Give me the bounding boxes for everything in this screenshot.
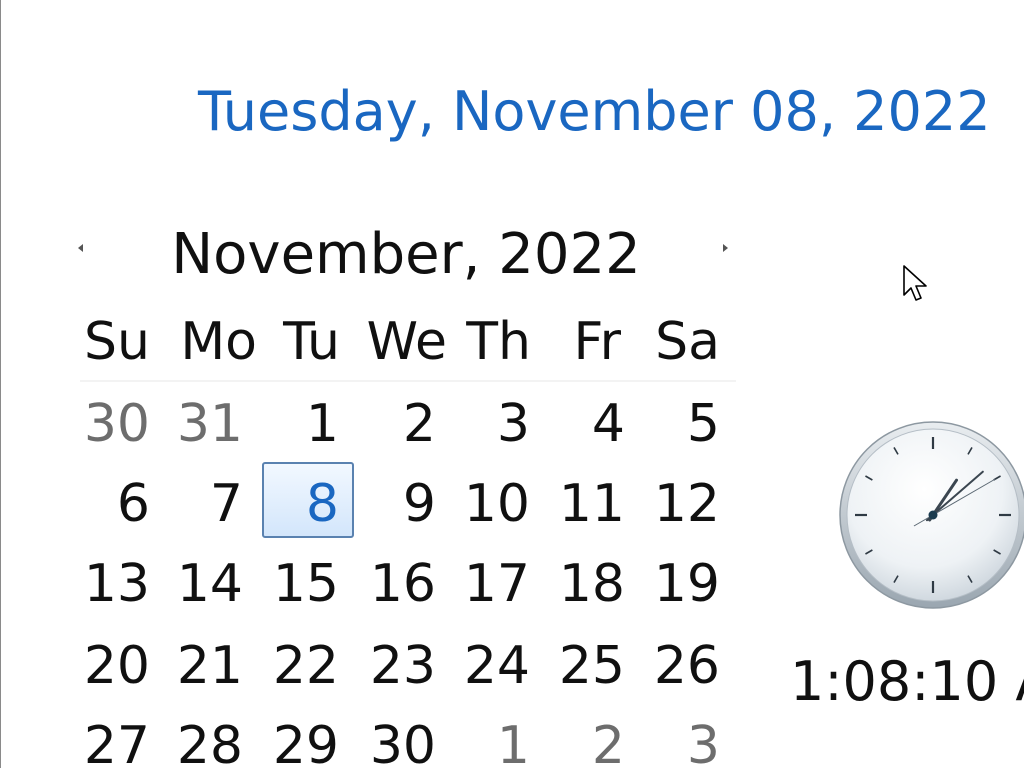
calendar-day[interactable]: 12	[640, 474, 720, 534]
calendar-day-today[interactable]: 8	[259, 474, 339, 534]
calendar-day[interactable]: 1	[259, 394, 339, 454]
weekday-label: Tu	[283, 312, 340, 372]
weekday-label: Su	[84, 312, 150, 372]
weekday-label: We	[366, 312, 447, 372]
date-time-panel: Tuesday, November 08, 2022 November, 202…	[0, 0, 1024, 768]
calendar-day[interactable]: 20	[70, 636, 150, 696]
calendar-day[interactable]: 5	[640, 394, 720, 454]
calendar-day[interactable]: 7	[163, 474, 243, 534]
calendar-day[interactable]: 9	[356, 474, 436, 534]
calendar-day[interactable]: 18	[545, 554, 625, 614]
calendar-day[interactable]: 4	[545, 394, 625, 454]
calendar-day[interactable]: 30	[70, 394, 150, 454]
calendar-day[interactable]: 31	[163, 394, 243, 454]
weekday-label: Mo	[180, 312, 257, 372]
chevron-left-icon[interactable]	[74, 240, 86, 256]
weekday-label: Sa	[655, 312, 720, 372]
weekday-label: Fr	[573, 312, 621, 372]
calendar-day[interactable]: 22	[259, 636, 339, 696]
analog-clock-icon	[839, 421, 1024, 609]
calendar-day[interactable]: 19	[640, 554, 720, 614]
calendar-day[interactable]: 27	[70, 716, 150, 768]
calendar-day[interactable]: 29	[259, 716, 339, 768]
calendar-day[interactable]: 11	[545, 474, 625, 534]
calendar-day[interactable]: 13	[70, 554, 150, 614]
calendar-day[interactable]: 24	[450, 636, 530, 696]
chevron-right-icon[interactable]	[720, 240, 732, 256]
weekday-divider	[80, 380, 736, 382]
calendar-day[interactable]: 10	[450, 474, 530, 534]
calendar-day[interactable]: 2	[545, 716, 625, 768]
calendar-day[interactable]: 25	[545, 636, 625, 696]
calendar-day[interactable]: 30	[356, 716, 436, 768]
calendar-day[interactable]: 6	[70, 474, 150, 534]
long-date-link[interactable]: Tuesday, November 08, 2022	[198, 80, 991, 143]
calendar-day[interactable]: 3	[640, 716, 720, 768]
mouse-cursor-icon	[903, 265, 927, 301]
calendar-day[interactable]: 1	[450, 716, 530, 768]
calendar-day[interactable]: 21	[163, 636, 243, 696]
calendar-day[interactable]: 28	[163, 716, 243, 768]
calendar-day[interactable]: 17	[450, 554, 530, 614]
calendar-day[interactable]: 3	[450, 394, 530, 454]
calendar-day[interactable]: 15	[259, 554, 339, 614]
calendar-day[interactable]: 23	[356, 636, 436, 696]
calendar-day[interactable]: 26	[640, 636, 720, 696]
calendar-day[interactable]: 2	[356, 394, 436, 454]
calendar-day[interactable]: 14	[163, 554, 243, 614]
digital-time: 1:08:10 AM	[790, 650, 1024, 713]
month-title[interactable]: November, 2022	[150, 222, 662, 287]
calendar-day[interactable]: 16	[356, 554, 436, 614]
weekday-label: Th	[466, 312, 531, 372]
panel-left-border	[0, 0, 1, 768]
